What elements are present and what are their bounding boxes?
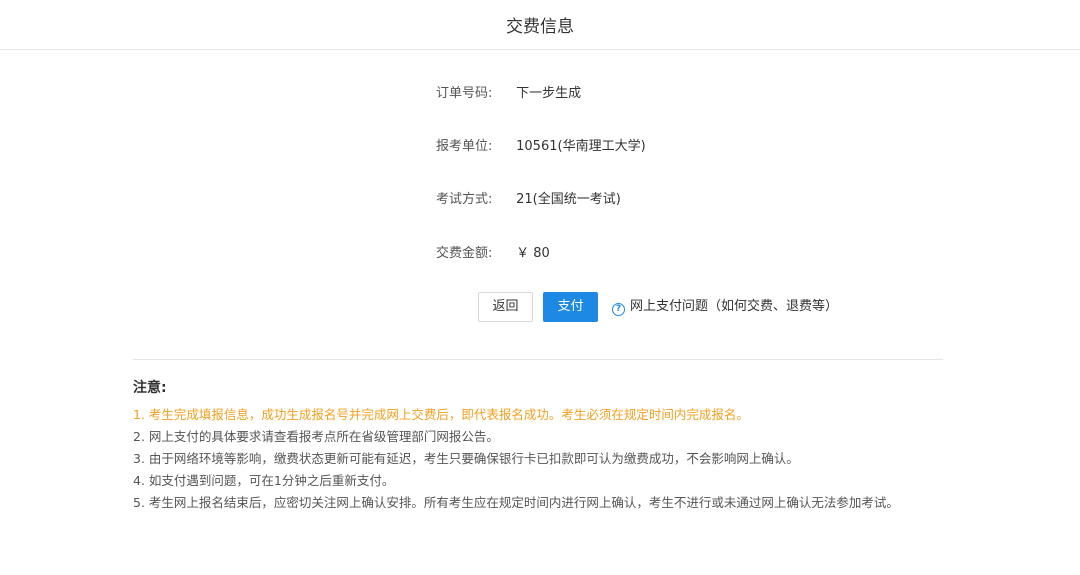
notice-section: 注意: 1. 考生完成填报信息，成功生成报名号并完成网上交费后，即代表报名成功。…	[133, 378, 1013, 514]
exam-method-label: 考试方式:	[436, 192, 493, 207]
notice-item-3: 3. 由于网络环境等影响，缴费状态更新可能有延迟，考生只要确保银行卡已扣款即可认…	[133, 451, 799, 466]
fee-amount-label: 交费金额:	[436, 246, 493, 261]
fee-amount-row: 交费金额: ￥ 80	[436, 244, 550, 264]
exam-method-row: 考试方式: 21(全国统一考试)	[436, 190, 621, 210]
question-circle-icon: ?	[612, 303, 625, 316]
section-divider	[133, 359, 943, 360]
exam-unit-label: 报考单位:	[436, 139, 493, 154]
page-title: 交费信息	[506, 17, 574, 37]
notice-item-1: 1. 考生完成填报信息，成功生成报名号并完成网上交费后，即代表报名成功。考生必须…	[133, 407, 749, 422]
page-header: 交费信息	[0, 0, 1080, 50]
exam-unit-row: 报考单位: 10561(华南理工大学)	[436, 137, 646, 157]
payment-help-label: 网上支付问题（如何交费、退费等）	[630, 299, 839, 314]
action-bar: 返回 支付? 网上支付问题（如何交费、退费等）	[478, 292, 838, 322]
pay-button[interactable]: 支付	[543, 292, 598, 322]
order-number-label: 订单号码:	[436, 86, 493, 101]
notice-item-4: 4. 如支付遇到问题，可在1分钟之后重新支付。	[133, 473, 395, 488]
payment-help-link[interactable]: ? 网上支付问题（如何交费、退费等）	[612, 292, 838, 322]
order-number-row: 订单号码: 下一步生成	[436, 84, 581, 104]
exam-unit-value: 10561(华南理工大学)	[516, 139, 646, 154]
back-button[interactable]: 返回	[478, 292, 533, 322]
exam-method-value: 21(全国统一考试)	[516, 192, 621, 207]
notice-title: 注意:	[133, 380, 167, 396]
notice-item-5: 5. 考生网上报名结束后，应密切关注网上确认安排。所有考生应在规定时间内进行网上…	[133, 495, 899, 510]
fee-amount-value: ￥ 80	[516, 246, 550, 261]
notice-item-2: 2. 网上支付的具体要求请查看报考点所在省级管理部门网报公告。	[133, 429, 499, 444]
order-number-value: 下一步生成	[516, 86, 582, 101]
